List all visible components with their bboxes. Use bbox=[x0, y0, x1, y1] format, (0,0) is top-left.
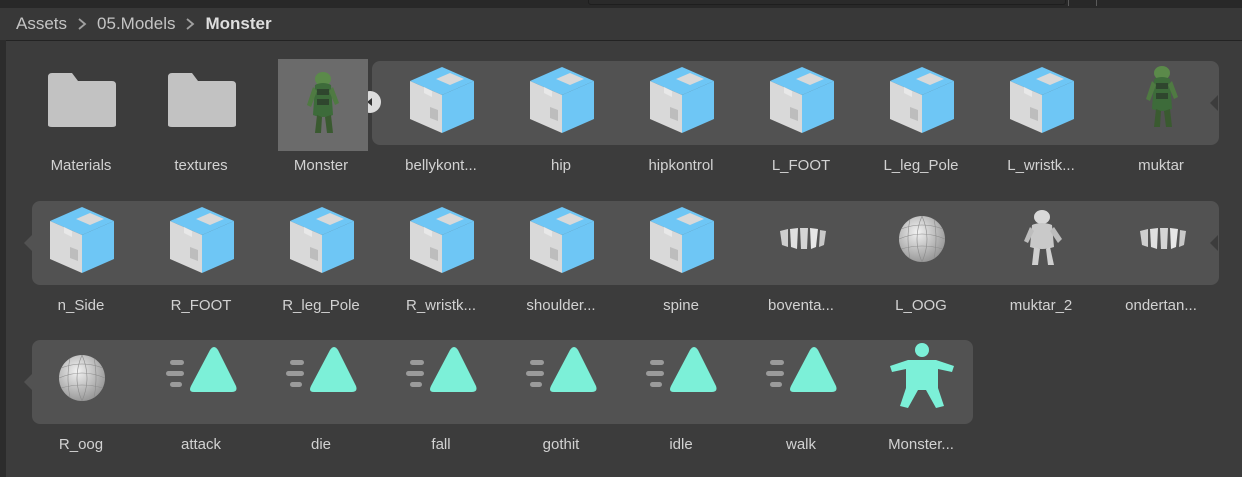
teeth-mesh-icon bbox=[1126, 203, 1198, 275]
asset-item[interactable]: walk bbox=[746, 342, 856, 472]
body-mesh-icon bbox=[1006, 203, 1078, 275]
animation-clip-icon bbox=[406, 342, 478, 414]
asset-item[interactable]: L_OOG bbox=[866, 203, 976, 333]
asset-item[interactable]: ondertan... bbox=[1106, 203, 1216, 333]
animation-clip-icon bbox=[286, 342, 358, 414]
asset-label: muktar_2 bbox=[1009, 297, 1073, 314]
asset-label: attack bbox=[180, 436, 222, 453]
asset-item[interactable]: L_leg_Pole bbox=[866, 63, 976, 193]
prefab-icon bbox=[1006, 63, 1078, 135]
asset-item[interactable]: idle bbox=[626, 342, 736, 472]
asset-label: L_wristk... bbox=[1007, 157, 1075, 174]
chevron-right-icon bbox=[179, 17, 201, 31]
asset-label: fall bbox=[431, 436, 451, 453]
prefab-icon bbox=[286, 203, 358, 275]
asset-item[interactable]: hipkontrol bbox=[626, 63, 736, 193]
breadcrumb: Assets 05.Models Monster bbox=[0, 8, 1242, 41]
asset-label: spine bbox=[663, 297, 699, 314]
asset-item[interactable]: L_FOOT bbox=[746, 63, 856, 193]
asset-item[interactable]: L_wristk... bbox=[986, 63, 1096, 193]
asset-item[interactable]: die bbox=[266, 342, 376, 472]
asset-item[interactable]: textures bbox=[146, 63, 256, 193]
prefab-icon bbox=[646, 203, 718, 275]
teeth-mesh-icon bbox=[766, 203, 838, 275]
sphere-mesh-icon bbox=[46, 342, 118, 414]
asset-label: Materials bbox=[50, 157, 112, 174]
asset-label: ondertan... bbox=[1125, 297, 1197, 314]
toolbar-divider bbox=[1068, 0, 1069, 6]
asset-item[interactable]: spine bbox=[626, 203, 736, 333]
asset-item[interactable]: hip bbox=[506, 63, 616, 193]
breadcrumb-item-assets[interactable]: Assets bbox=[0, 14, 71, 34]
asset-label: muktar bbox=[1138, 157, 1184, 174]
asset-item[interactable]: attack bbox=[146, 342, 256, 472]
asset-label: textures bbox=[174, 157, 228, 174]
asset-item[interactable]: n_Side bbox=[26, 203, 136, 333]
avatar-icon bbox=[886, 342, 958, 414]
search-field[interactable] bbox=[588, 0, 1066, 5]
toolbar-divider bbox=[1096, 0, 1097, 6]
asset-item[interactable]: R_wristk... bbox=[386, 203, 496, 333]
asset-item[interactable]: bellykont... bbox=[386, 63, 496, 193]
asset-label: R_FOOT bbox=[170, 297, 232, 314]
animation-clip-icon bbox=[526, 342, 598, 414]
prefab-icon bbox=[886, 63, 958, 135]
asset-label: boventa... bbox=[768, 297, 834, 314]
breadcrumb-item-monster[interactable]: Monster bbox=[201, 14, 275, 34]
animation-clip-icon bbox=[166, 342, 238, 414]
asset-item[interactable]: Monster... bbox=[866, 342, 976, 472]
asset-label: R_wristk... bbox=[405, 297, 476, 314]
asset-label: R_leg_Pole bbox=[282, 297, 360, 314]
asset-label: gothit bbox=[542, 436, 580, 453]
asset-label: hipkontrol bbox=[648, 157, 714, 174]
prefab-icon bbox=[406, 63, 478, 135]
breadcrumb-item-models[interactable]: 05.Models bbox=[93, 14, 179, 34]
folder-icon bbox=[46, 63, 118, 135]
asset-item[interactable]: Monster bbox=[266, 59, 376, 193]
asset-label: shoulder... bbox=[526, 297, 596, 314]
prefab-icon bbox=[406, 203, 478, 275]
asset-label: n_Side bbox=[57, 297, 105, 314]
asset-item[interactable]: R_FOOT bbox=[146, 203, 256, 333]
chevron-right-icon bbox=[71, 17, 93, 31]
prefab-icon bbox=[526, 203, 598, 275]
prefab-icon bbox=[166, 203, 238, 275]
asset-label: hip bbox=[550, 157, 572, 174]
prefab-icon bbox=[46, 203, 118, 275]
asset-label: L_OOG bbox=[895, 297, 947, 314]
asset-item[interactable]: R_leg_Pole bbox=[266, 203, 376, 333]
asset-label: walk bbox=[785, 436, 816, 453]
asset-item[interactable]: shoulder... bbox=[506, 203, 616, 333]
toolbar-strip bbox=[0, 0, 1242, 8]
animation-clip-icon bbox=[646, 342, 718, 414]
model-thumbnail-icon bbox=[278, 59, 368, 151]
asset-item[interactable]: muktar bbox=[1106, 63, 1216, 193]
prefab-icon bbox=[646, 63, 718, 135]
sphere-mesh-icon bbox=[886, 203, 958, 275]
asset-label: R_oog bbox=[58, 436, 104, 453]
asset-label: Monster... bbox=[888, 436, 954, 453]
asset-label: bellykont... bbox=[405, 157, 477, 174]
asset-label: L_leg_Pole bbox=[883, 157, 959, 174]
asset-grid: Materials textures Monster bellykont... bbox=[6, 41, 1242, 477]
asset-item[interactable]: gothit bbox=[506, 342, 616, 472]
mesh-thumbnail-icon bbox=[1126, 63, 1198, 135]
asset-item[interactable]: boventa... bbox=[746, 203, 856, 333]
prefab-icon bbox=[766, 63, 838, 135]
asset-item[interactable]: Materials bbox=[26, 63, 136, 193]
asset-label: idle bbox=[669, 436, 693, 453]
animation-clip-icon bbox=[766, 342, 838, 414]
asset-item[interactable]: muktar_2 bbox=[986, 203, 1096, 333]
asset-item[interactable]: R_oog bbox=[26, 342, 136, 472]
asset-label: Monster bbox=[293, 157, 349, 174]
asset-item[interactable]: fall bbox=[386, 342, 496, 472]
folder-icon bbox=[166, 63, 238, 135]
asset-label: die bbox=[310, 436, 332, 453]
asset-label: L_FOOT bbox=[771, 157, 831, 174]
prefab-icon bbox=[526, 63, 598, 135]
